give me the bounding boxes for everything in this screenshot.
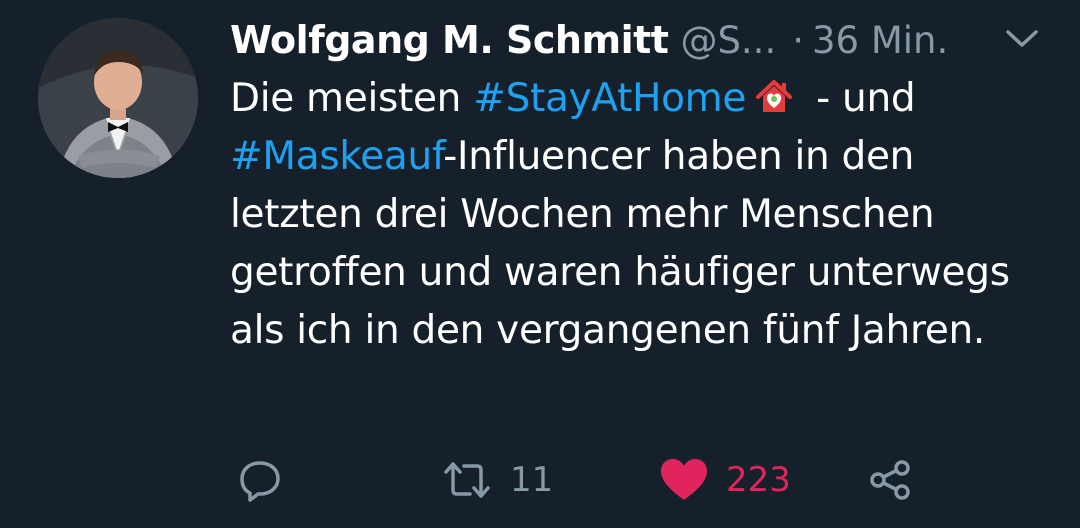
tweet-text-segment: - und	[804, 76, 916, 121]
tweet[interactable]: Wolfgang M. Schmitt @S... · 36 Min. Die …	[0, 0, 1080, 528]
separator-dot: ·	[792, 18, 804, 62]
share-button[interactable]	[866, 450, 914, 510]
tweet-actions: 11 223	[230, 450, 950, 510]
reply-button[interactable]	[234, 450, 286, 510]
tweet-header: Wolfgang M. Schmitt @S... · 36 Min.	[230, 12, 948, 68]
retweet-button[interactable]: 11	[440, 450, 553, 510]
tweet-text-segment: Die meisten	[230, 76, 474, 121]
house-with-heart-emoji	[756, 80, 793, 112]
retweet-icon	[444, 462, 490, 498]
author-display-name[interactable]: Wolfgang M. Schmitt	[230, 18, 669, 62]
share-icon	[870, 460, 910, 500]
chevron-down-icon	[1006, 30, 1038, 47]
hashtag-link-maskeauf[interactable]: #Maskeauf	[230, 134, 444, 179]
avatar[interactable]	[38, 18, 198, 178]
hashtag-link-stayathome[interactable]: #StayAtHome	[473, 76, 746, 121]
like-count: 223	[726, 460, 791, 500]
timestamp[interactable]: 36 Min.	[812, 19, 948, 62]
reply-icon	[240, 461, 280, 502]
avatar-image	[38, 18, 198, 178]
author-handle[interactable]: @S...	[680, 19, 776, 62]
tweet-text: Die meisten #StayAtHome - und #Maskeauf-…	[230, 70, 1050, 360]
retweet-count: 11	[510, 460, 554, 500]
like-button[interactable]: 223	[658, 450, 791, 510]
more-options-button[interactable]	[1000, 24, 1044, 54]
heart-icon	[661, 459, 707, 500]
